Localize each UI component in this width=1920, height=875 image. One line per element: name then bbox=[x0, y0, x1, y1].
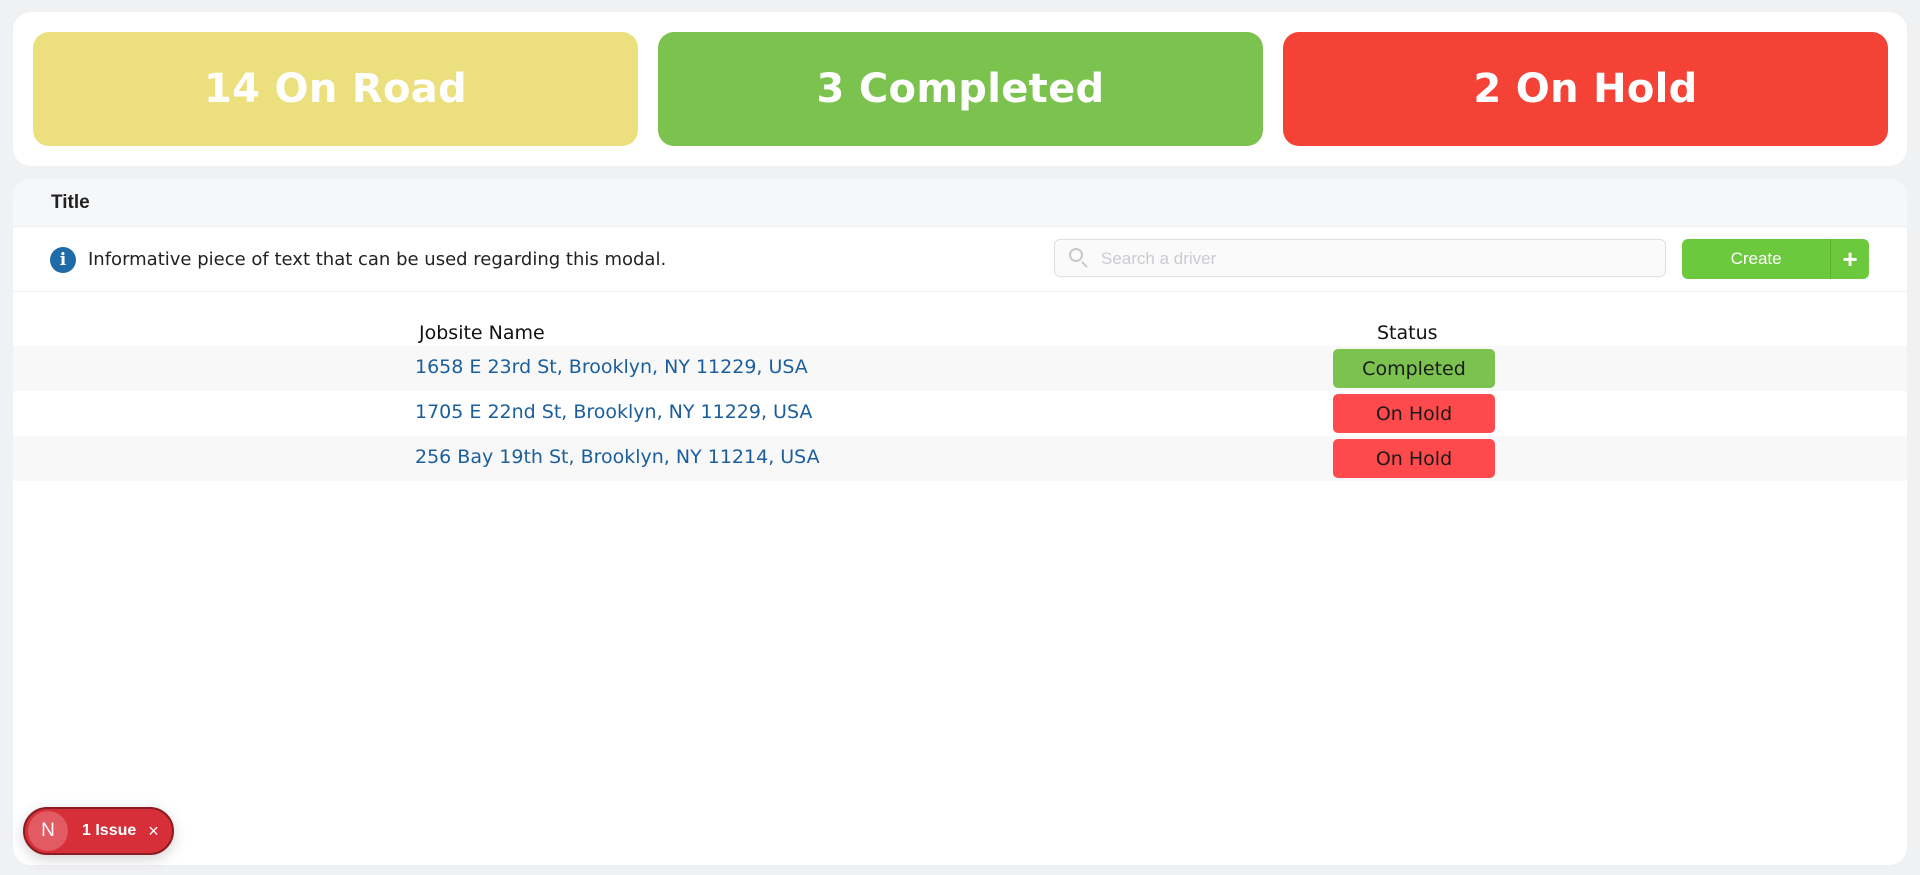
create-button[interactable]: Create bbox=[1682, 239, 1832, 279]
jobsite-link[interactable]: 256 Bay 19th St, Brooklyn, NY 11214, USA bbox=[415, 446, 820, 468]
info-text: Informative piece of text that can be us… bbox=[88, 249, 667, 270]
completed-label: 3 Completed bbox=[816, 66, 1105, 112]
on-hold-label: 2 On Hold bbox=[1473, 66, 1698, 112]
status-badge: On Hold bbox=[1333, 439, 1495, 478]
jobsite-link[interactable]: 1658 E 23rd St, Brooklyn, NY 11229, USA bbox=[415, 356, 808, 378]
status-badge: On Hold bbox=[1333, 394, 1495, 433]
column-header-status: Status bbox=[1377, 322, 1438, 344]
on-road-card[interactable]: 14 On Road bbox=[33, 32, 638, 146]
jobsite-table: Jobsite Name Status 1658 E 23rd St, Broo… bbox=[13, 312, 1907, 481]
search-box[interactable] bbox=[1054, 239, 1666, 278]
on-hold-card[interactable]: 2 On Hold bbox=[1283, 32, 1888, 146]
panel-header: Title bbox=[13, 179, 1907, 227]
table-header: Jobsite Name Status bbox=[13, 312, 1907, 346]
add-icon-button[interactable]: + bbox=[1831, 239, 1869, 279]
close-icon[interactable]: × bbox=[148, 821, 159, 842]
table-row: 1705 E 22nd St, Brooklyn, NY 11229, USA … bbox=[13, 391, 1907, 436]
info-bar: i Informative piece of text that can be … bbox=[13, 227, 1907, 292]
status-badge: Completed bbox=[1333, 349, 1495, 388]
create-button-group: Create + bbox=[1682, 239, 1869, 279]
completed-card[interactable]: 3 Completed bbox=[658, 32, 1263, 146]
on-road-label: 14 On Road bbox=[204, 66, 467, 112]
search-input[interactable] bbox=[1099, 240, 1659, 278]
issues-label: 1 Issue bbox=[82, 822, 137, 839]
issues-badge[interactable]: N 1 Issue × bbox=[23, 807, 174, 855]
summary-panel: 14 On Road 3 Completed 2 On Hold bbox=[13, 12, 1907, 166]
issues-avatar: N bbox=[28, 811, 68, 851]
table-row: 256 Bay 19th St, Brooklyn, NY 11214, USA… bbox=[13, 436, 1907, 481]
panel-title: Title bbox=[51, 191, 90, 213]
search-icon bbox=[1069, 248, 1083, 262]
info-circle-icon: i bbox=[50, 247, 76, 273]
jobsite-panel: Title i Informative piece of text that c… bbox=[13, 179, 1907, 865]
table-row: 1658 E 23rd St, Brooklyn, NY 11229, USA … bbox=[13, 346, 1907, 391]
column-header-jobsite-name: Jobsite Name bbox=[419, 322, 545, 344]
jobsite-link[interactable]: 1705 E 22nd St, Brooklyn, NY 11229, USA bbox=[415, 401, 812, 423]
